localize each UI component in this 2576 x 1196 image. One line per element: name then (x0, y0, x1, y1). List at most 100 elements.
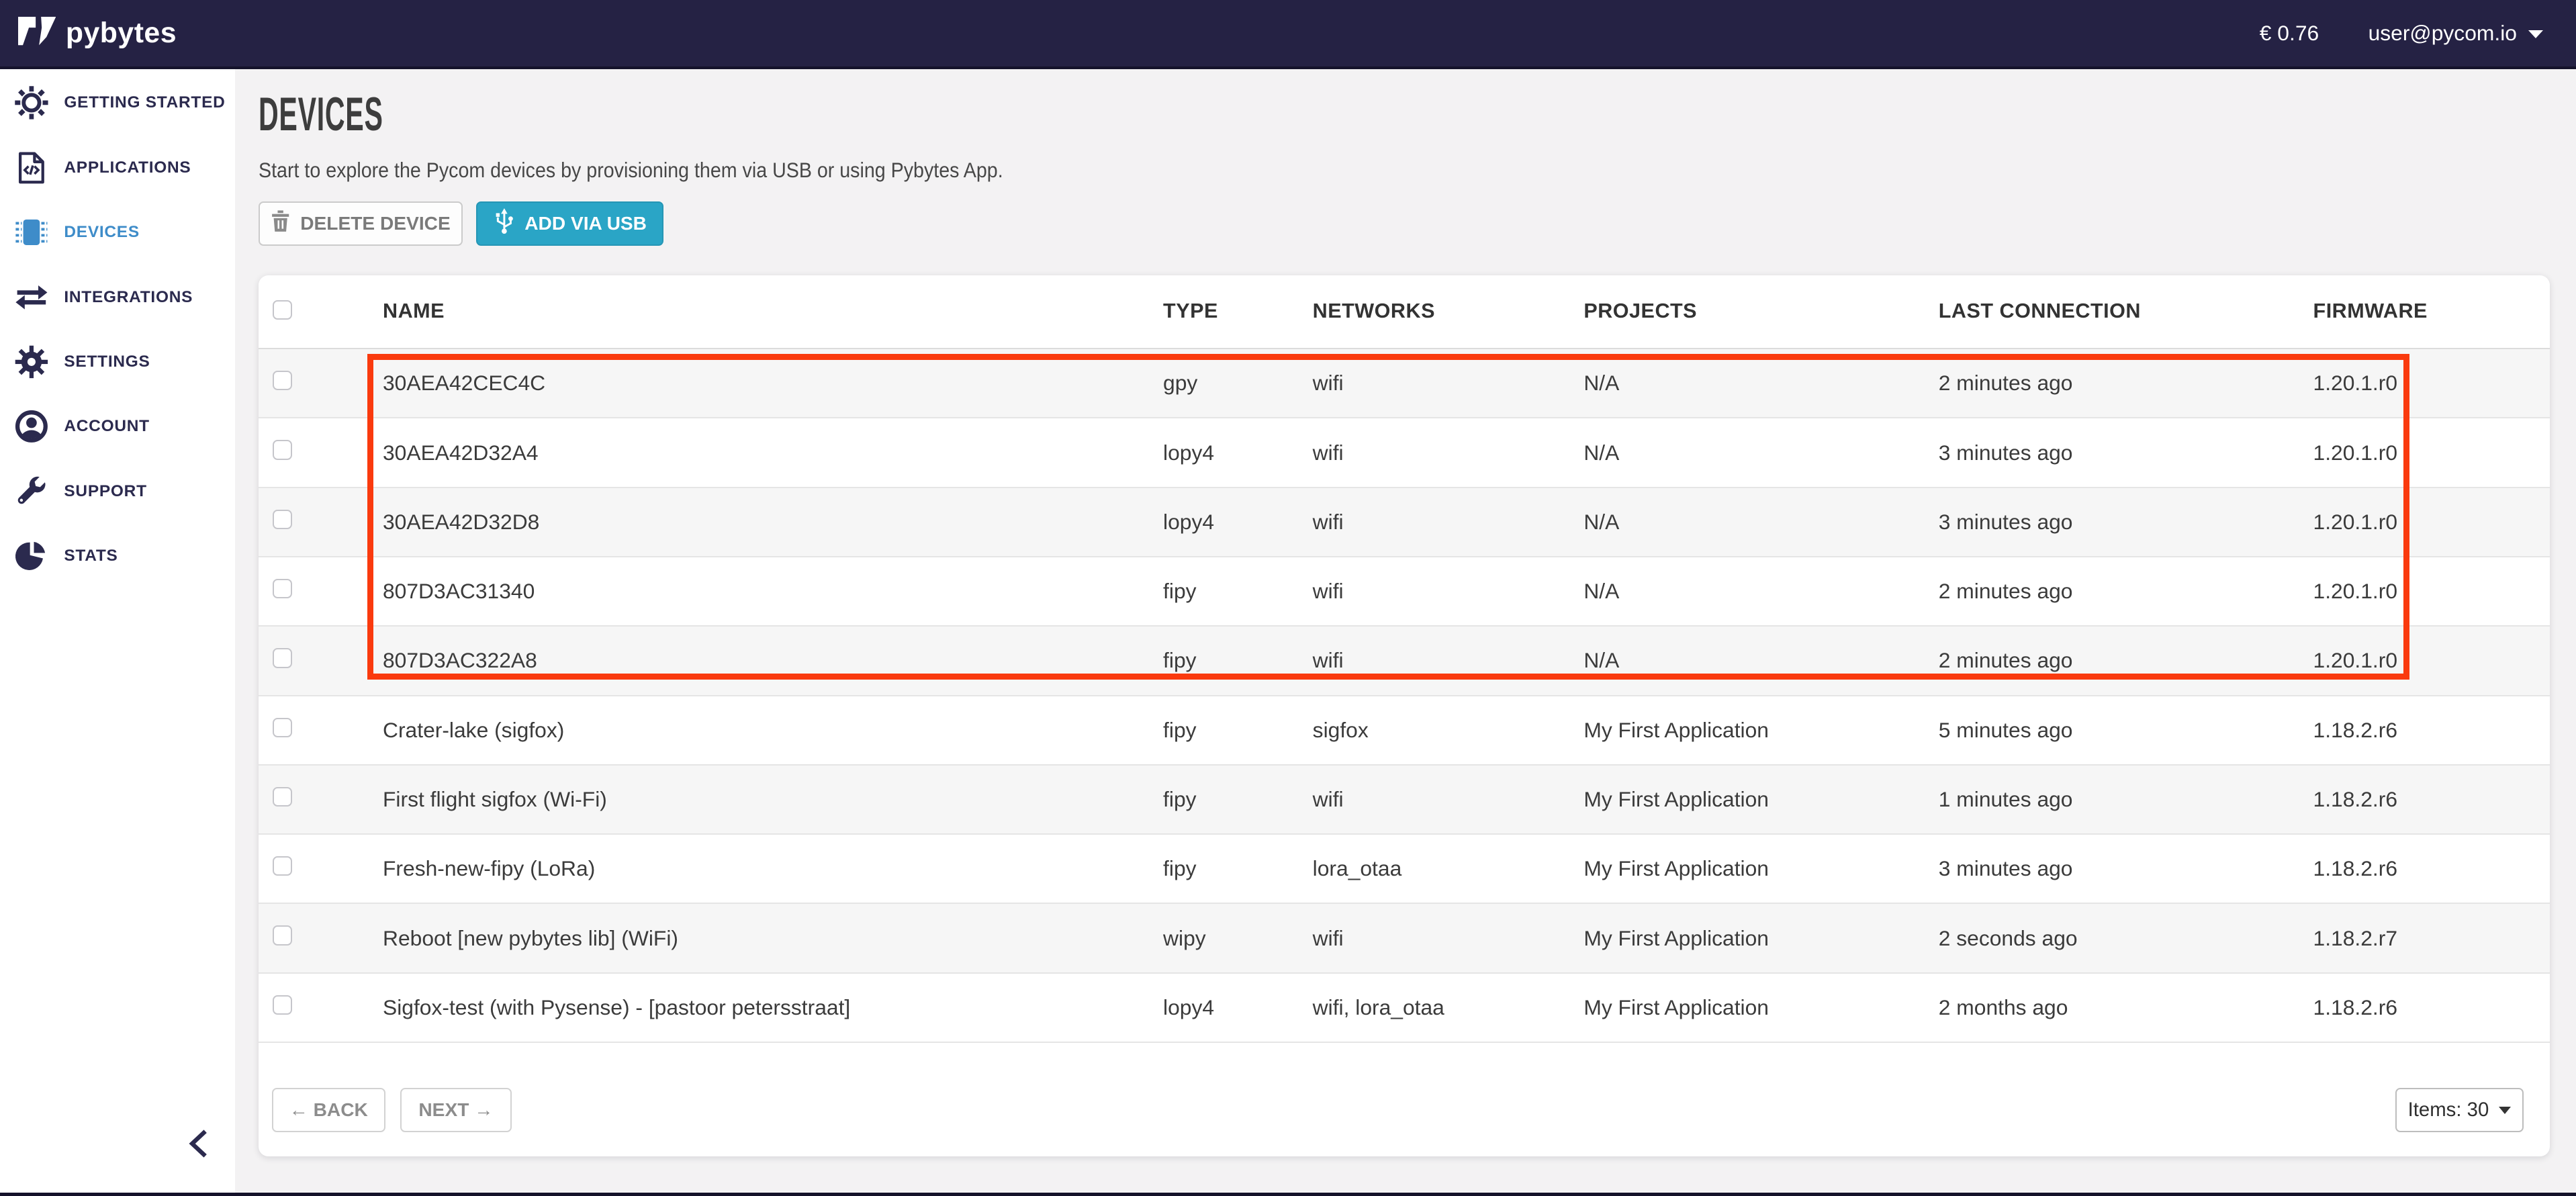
sidebar-collapse-button[interactable] (177, 1125, 220, 1168)
row-checkbox[interactable] (273, 440, 292, 459)
cell-networks: sigfox (1313, 718, 1584, 743)
sidebar-item-stats[interactable]: STATS (0, 524, 235, 588)
table-header-row: NAME TYPE NETWORKS PROJECTS LAST CONNECT… (259, 275, 2550, 349)
cell-firmware: 1.18.2.r7 (2313, 926, 2550, 951)
sidebar-item-applications[interactable]: APPLICATIONS (0, 136, 235, 200)
sidebar-item-getting-started[interactable]: GETTING STARTED (0, 71, 235, 135)
sidebar-item-label: GETTING STARTED (64, 93, 225, 112)
sun-icon (13, 85, 50, 121)
column-header-projects: PROJECTS (1583, 300, 1938, 323)
table-row[interactable]: Fresh-new-fipy (LoRa) fipy lora_otaa My … (259, 835, 2550, 904)
cell-name: 807D3AC31340 (383, 579, 1163, 604)
cell-type: lopy4 (1163, 995, 1313, 1020)
cell-type: fipy (1163, 648, 1313, 673)
cell-type: fipy (1163, 856, 1313, 881)
cell-last-connection: 3 minutes ago (1939, 441, 2313, 465)
caret-down-icon (2528, 30, 2543, 38)
usb-icon (494, 207, 515, 240)
cell-last-connection: 5 minutes ago (1939, 718, 2313, 743)
cell-networks: wifi (1313, 579, 1584, 604)
cell-last-connection: 3 minutes ago (1939, 510, 2313, 535)
table-footer: ← BACK NEXT → Items: 30 (259, 1043, 2550, 1171)
table-row[interactable]: First flight sigfox (Wi-Fi) fipy wifi My… (259, 766, 2550, 835)
cell-networks: wifi, lora_otaa (1313, 995, 1584, 1020)
next-button[interactable]: NEXT → (400, 1088, 512, 1132)
table-row[interactable]: 807D3AC322A8 fipy wifi N/A 2 minutes ago… (259, 627, 2550, 696)
cell-name: Crater-lake (sigfox) (383, 718, 1163, 743)
table-row[interactable]: Crater-lake (sigfox) fipy sigfox My Firs… (259, 696, 2550, 766)
page-title: DEVICES (259, 87, 383, 142)
row-checkbox[interactable] (273, 718, 292, 737)
user-menu[interactable]: user@pycom.io (2368, 21, 2544, 46)
sidebar-item-label: SUPPORT (64, 482, 146, 501)
pybytes-logo[interactable]: pybytes (18, 14, 177, 52)
row-checkbox[interactable] (273, 995, 292, 1015)
cell-firmware: 1.18.2.r6 (2313, 718, 2550, 743)
table-row[interactable]: 30AEA42D32D8 lopy4 wifi N/A 3 minutes ag… (259, 488, 2550, 557)
table-row[interactable]: 807D3AC31340 fipy wifi N/A 2 minutes ago… (259, 557, 2550, 627)
sidebar-item-label: STATS (64, 547, 118, 565)
table-body: 30AEA42CEC4C gpy wifi N/A 2 minutes ago … (259, 349, 2550, 1043)
cell-networks: wifi (1313, 787, 1584, 812)
row-checkbox[interactable] (273, 787, 292, 807)
cell-type: wipy (1163, 926, 1313, 951)
table-row[interactable]: Reboot [new pybytes lib] (WiFi) wipy wif… (259, 904, 2550, 973)
toolbar: DELETE DEVICE ADD VIA USB (259, 201, 663, 246)
cell-type: lopy4 (1163, 510, 1313, 535)
row-checkbox[interactable] (273, 856, 292, 876)
cell-firmware: 1.20.1.r0 (2313, 579, 2550, 604)
cell-last-connection: 2 minutes ago (1939, 648, 2313, 673)
sidebar-item-integrations[interactable]: INTEGRATIONS (0, 265, 235, 329)
table-row[interactable]: Sigfox-test (with Pysense) - [pastoor pe… (259, 974, 2550, 1043)
arrows-swap-icon (13, 279, 50, 316)
column-header-firmware: FIRMWARE (2313, 300, 2550, 323)
cell-name: 30AEA42CEC4C (383, 371, 1163, 396)
table-row[interactable]: 30AEA42CEC4C gpy wifi N/A 2 minutes ago … (259, 349, 2550, 418)
cell-firmware: 1.20.1.r0 (2313, 371, 2550, 396)
devices-table-card: NAME TYPE NETWORKS PROJECTS LAST CONNECT… (259, 275, 2550, 1157)
row-checkbox[interactable] (273, 579, 292, 598)
cell-type: gpy (1163, 371, 1313, 396)
back-button[interactable]: ← BACK (272, 1088, 385, 1132)
pycom-flags-icon (18, 14, 56, 52)
cell-networks: wifi (1313, 510, 1584, 535)
cell-projects: N/A (1583, 371, 1938, 396)
cell-name: 807D3AC322A8 (383, 648, 1163, 673)
sidebar-item-support[interactable]: SUPPORT (0, 459, 235, 523)
cell-projects: My First Application (1583, 995, 1938, 1020)
cell-networks: wifi (1313, 926, 1584, 951)
chip-icon (13, 214, 50, 250)
sidebar: GETTING STARTED APPLICATIONS (0, 69, 235, 1196)
caret-down-icon (2499, 1107, 2511, 1114)
cell-projects: N/A (1583, 510, 1938, 535)
file-code-icon (13, 150, 50, 186)
row-checkbox[interactable] (273, 925, 292, 945)
row-checkbox[interactable] (273, 371, 292, 390)
cell-last-connection: 2 months ago (1939, 995, 2313, 1020)
cell-projects: N/A (1583, 579, 1938, 604)
select-all-checkbox[interactable] (273, 300, 292, 320)
sidebar-item-settings[interactable]: SETTINGS (0, 330, 235, 394)
pie-chart-icon (13, 538, 50, 574)
app-window: pybytes € 0.76 user@pycom.io (0, 0, 2576, 1196)
sidebar-item-account[interactable]: ACCOUNT (0, 394, 235, 459)
add-via-usb-button[interactable]: ADD VIA USB (476, 201, 663, 246)
cell-networks: wifi (1313, 371, 1584, 396)
user-icon (13, 408, 50, 445)
cell-name: Reboot [new pybytes lib] (WiFi) (383, 926, 1163, 951)
delete-device-button[interactable]: DELETE DEVICE (259, 201, 462, 246)
table-row[interactable]: 30AEA42D32A4 lopy4 wifi N/A 3 minutes ag… (259, 418, 2550, 488)
cell-name: First flight sigfox (Wi-Fi) (383, 787, 1163, 812)
row-checkbox[interactable] (273, 510, 292, 529)
column-header-name: NAME (383, 300, 1163, 323)
items-per-page-dropdown[interactable]: Items: 30 (2395, 1088, 2524, 1132)
cell-projects: My First Application (1583, 926, 1938, 951)
delete-device-label: DELETE DEVICE (300, 213, 450, 234)
sidebar-item-label: ACCOUNT (64, 417, 149, 436)
sidebar-item-devices[interactable]: DEVICES (0, 200, 235, 265)
wrench-icon (13, 473, 50, 510)
column-header-networks: NETWORKS (1313, 300, 1584, 323)
cell-firmware: 1.20.1.r0 (2313, 510, 2550, 535)
row-checkbox[interactable] (273, 648, 292, 668)
cell-last-connection: 2 seconds ago (1939, 926, 2313, 951)
